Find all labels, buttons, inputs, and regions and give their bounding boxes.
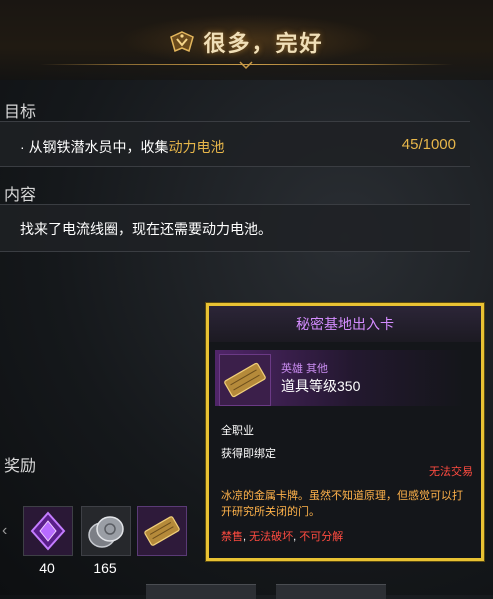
- tooltip-item-level: 道具等级350: [281, 378, 361, 394]
- tooltip-item-tags: 英雄 其他: [281, 363, 329, 375]
- content-label: 内容: [4, 187, 37, 204]
- gold-card-icon: [138, 507, 186, 555]
- chevron-down-icon: [239, 61, 253, 70]
- reward-slot-coins[interactable]: [81, 506, 131, 556]
- tooltip-no-destroy: 无法破坏: [249, 531, 294, 543]
- bottom-button-left[interactable]: [146, 584, 256, 599]
- quest-emblem-icon: [170, 31, 195, 53]
- objective-text-highlight: 动力电池: [168, 139, 225, 155]
- tooltip-description: 冰凉的金属卡牌。虽然不知道原理，但感觉可以打开研究所关闭的门。: [221, 490, 463, 518]
- tooltip-item-icon-frame: [219, 354, 271, 406]
- silver-coins-icon: [82, 507, 130, 555]
- content-panel: 找来了电流线圈，现在还需要动力电池。: [0, 204, 470, 252]
- item-tooltip: 秘密基地出入卡 英雄 其他 道具等级350 全职业 获得即绑定 无法交易 冰凉的…: [206, 303, 484, 561]
- tooltip-bind-info: 获得即绑定: [221, 448, 276, 460]
- reward-slot-card[interactable]: [137, 506, 187, 556]
- gold-card-icon: [224, 362, 266, 398]
- tooltip-trade-info: 无法交易: [429, 466, 473, 478]
- tooltip-no-disassemble: 不可分解: [299, 531, 344, 543]
- objective-text: · 从钢铁潜水员中，收集动力电池: [20, 137, 225, 157]
- rewards-prev-arrow[interactable]: ‹: [2, 522, 12, 539]
- tooltip-no-sell: 禁售: [221, 531, 243, 543]
- reward-count-crystal: 40: [39, 560, 55, 576]
- tooltip-item-name: 秘密基地出入卡: [209, 306, 481, 342]
- objective-bullet: ·: [20, 139, 25, 155]
- objective-panel: · 从钢铁潜水员中，收集动力电池 45/1000: [0, 121, 470, 167]
- rewards-label: 奖励: [4, 458, 37, 475]
- purple-crystal-icon: [24, 507, 72, 555]
- tooltip-class-requirement: 全职业: [221, 425, 254, 437]
- quest-header: 很多，完好: [0, 0, 493, 80]
- reward-slot-crystal[interactable]: [23, 506, 73, 556]
- objective-text-prefix: 从钢铁潜水员中，收集: [28, 139, 169, 155]
- quest-title: 很多，完好: [203, 31, 324, 56]
- tooltip-footer: 禁售, 无法破坏, 不可分解: [221, 531, 344, 543]
- reward-count-coins: 165: [93, 560, 117, 576]
- objective-label: 目标: [4, 104, 37, 121]
- bottom-button-right[interactable]: [276, 584, 386, 599]
- content-text: 找来了电流线圈，现在还需要动力电池。: [20, 221, 272, 237]
- quest-title-wrap: 很多，完好: [0, 26, 493, 58]
- objective-count: 45/1000: [401, 136, 456, 153]
